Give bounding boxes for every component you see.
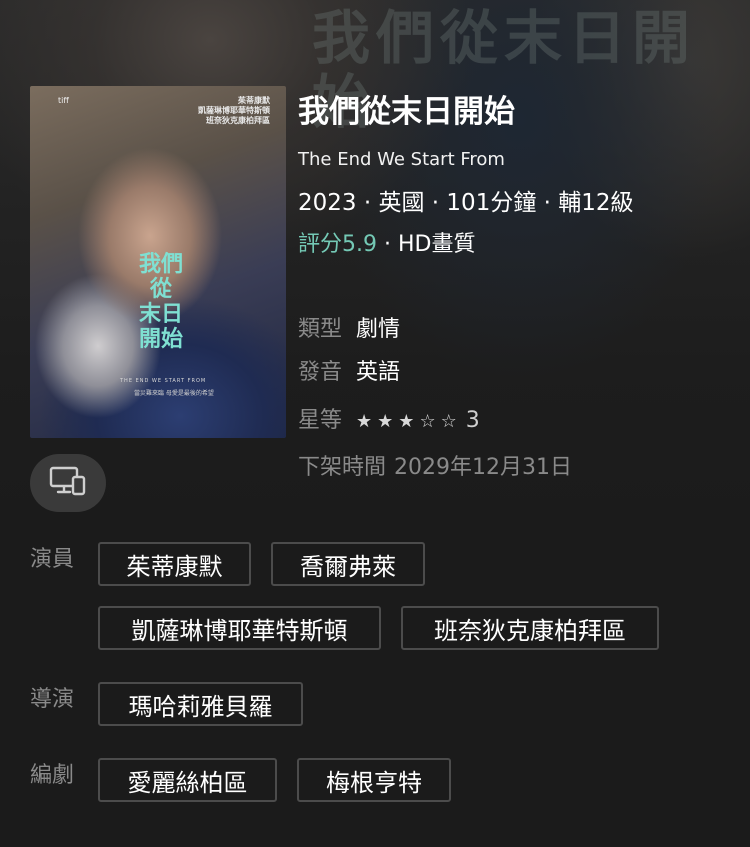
- poster-credit-line: 茱蒂康默: [238, 96, 270, 105]
- movie-rating-class: 輔12級: [558, 190, 634, 216]
- movie-title: 我們從末日開始: [298, 94, 515, 130]
- genre-value: 劇情: [356, 317, 401, 342]
- poster-festival-logo: tiff: [58, 96, 69, 105]
- movie-poster: tiff 茱蒂康默 凱薩琳博耶華特斯頓 班奈狄克康柏拜區 我們 從 末日 開始 …: [30, 86, 286, 438]
- cast-chip[interactable]: 茱蒂康默: [98, 542, 251, 586]
- stars-row: 星等 ★ ★ ★ ☆ ☆ 3: [298, 405, 480, 438]
- audio-label: 發音: [298, 360, 343, 385]
- cast-label: 演員: [30, 547, 75, 572]
- poster-credits: 茱蒂康默 凱薩琳博耶華特斯頓 班奈狄克康柏拜區: [198, 96, 270, 126]
- audio-row: 發音 英語: [298, 357, 400, 389]
- movie-country: 英國: [378, 190, 425, 216]
- poster-tagline: 當災難來臨 母愛是最後的希望: [134, 390, 214, 397]
- star-filled-icon: ★: [398, 411, 417, 432]
- poster-title-line: 我們: [138, 252, 183, 277]
- expire-value: 2029年12月31日: [394, 455, 572, 480]
- expire-row: 下架時間 2029年12月31日: [298, 452, 572, 484]
- star-empty-icon: ☆: [419, 411, 438, 432]
- writer-chip[interactable]: 愛麗絲柏區: [98, 758, 277, 802]
- star-filled-icon: ★: [377, 411, 396, 432]
- devices-button[interactable]: [30, 454, 106, 512]
- poster-title-line: 末日: [138, 302, 183, 327]
- movie-original-title: The End We Start From: [298, 149, 505, 170]
- score-quality-line: 評分5.9 · HD畫質: [298, 228, 475, 262]
- poster-title-line: 從: [149, 277, 172, 302]
- director-label: 導演: [30, 687, 75, 712]
- poster-credit-line: 凱薩琳博耶華特斯頓: [198, 106, 270, 115]
- movie-meta: 2023 · 英國 · 101分鐘 · 輔12級: [298, 186, 634, 220]
- stars-number: 3: [465, 408, 480, 433]
- expire-label: 下架時間: [298, 455, 387, 480]
- cast-chip[interactable]: 喬爾弗萊: [271, 542, 425, 586]
- audio-value: 英語: [356, 360, 401, 385]
- cast-chip[interactable]: 班奈狄克康柏拜區: [401, 606, 659, 650]
- writer-chip[interactable]: 梅根亨特: [297, 758, 451, 802]
- video-quality: HD畫質: [398, 232, 476, 257]
- devices-icon: [49, 465, 87, 501]
- stars-label: 星等: [298, 408, 343, 433]
- meta-separator: ·: [543, 190, 551, 216]
- meta-separator: ·: [384, 232, 391, 257]
- poster-title-line: 開始: [138, 327, 183, 352]
- writer-label: 編劇: [30, 763, 75, 788]
- movie-year: 2023: [298, 190, 357, 216]
- meta-separator: ·: [363, 190, 372, 216]
- movie-detail-page: 我們從末日開始 tiff 茱蒂康默 凱薩琳博耶華特斯頓 班奈狄克康柏拜區 我們 …: [0, 0, 750, 847]
- poster-credit-line: 班奈狄克康柏拜區: [206, 116, 270, 125]
- genre-row: 類型 劇情: [298, 314, 400, 346]
- director-chip[interactable]: 瑪哈莉雅貝羅: [98, 682, 303, 726]
- star-filled-icon: ★: [356, 411, 375, 432]
- movie-runtime: 101分鐘: [446, 190, 537, 216]
- meta-separator: ·: [431, 190, 440, 216]
- cast-chip[interactable]: 凱薩琳博耶華特斯頓: [98, 606, 381, 650]
- star-empty-icon: ☆: [440, 411, 459, 432]
- star-rating-icons: ★ ★ ★ ☆ ☆: [356, 411, 462, 432]
- genre-label: 類型: [298, 317, 343, 342]
- poster-subtitle: THE END WE START FROM: [120, 378, 207, 384]
- movie-score: 評分5.9: [298, 232, 377, 257]
- poster-title: 我們 從 末日 開始: [126, 252, 196, 352]
